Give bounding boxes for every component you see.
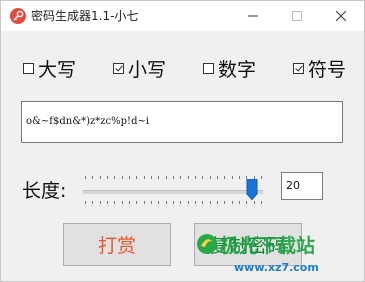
slider-tick-bottom	[254, 201, 255, 204]
minimize-button[interactable]	[231, 1, 275, 31]
slider-tick-bottom	[261, 201, 262, 204]
slider-tick-top	[151, 176, 152, 179]
slider-tick-top	[122, 176, 123, 179]
slider-tick-bottom	[224, 201, 225, 204]
uppercase-checkbox[interactable]	[23, 62, 34, 74]
lowercase-label: 小写	[128, 58, 167, 81]
slider-tick-top	[232, 176, 233, 179]
slider-tick-bottom	[158, 201, 159, 204]
lowercase-option[interactable]: 小写	[113, 57, 167, 81]
close-icon	[336, 11, 346, 21]
digits-checkbox[interactable]	[203, 62, 214, 74]
slider-thumb[interactable]	[246, 179, 258, 200]
slider-tick-top	[144, 176, 145, 179]
donate-button[interactable]: 打赏	[63, 223, 171, 266]
uppercase-label: 大写	[38, 58, 77, 81]
slider-tick-bottom	[195, 201, 196, 204]
slider-tick-bottom	[144, 201, 145, 204]
slider-tick-top	[217, 176, 218, 179]
slider-tick-top	[114, 176, 115, 179]
title-bar: 密码生成器1.1-小七	[1, 1, 364, 31]
uppercase-option[interactable]: 大写	[23, 57, 77, 81]
slider-tick-bottom	[122, 201, 123, 204]
slider-tick-bottom	[210, 201, 211, 204]
slider-tick-top	[85, 176, 86, 179]
slider-tick-bottom	[151, 201, 152, 204]
digits-label: 数字	[218, 58, 257, 81]
symbols-option[interactable]: 符号	[293, 57, 347, 81]
maximize-icon	[292, 11, 302, 21]
slider-tick-top	[107, 176, 108, 179]
slider-tick-bottom	[217, 201, 218, 204]
slider-tick-bottom	[92, 201, 93, 204]
slider-tick-top	[261, 176, 262, 179]
slider-tick-bottom	[85, 201, 86, 204]
app-window: 密码生成器1.1-小七 大写 小写 数字 符号 o&~f$dn&*)z*zc%p…	[0, 0, 365, 282]
slider-tick-top	[129, 176, 130, 179]
slider-tick-bottom	[239, 201, 240, 204]
slider-tick-top	[224, 176, 225, 179]
slider-tick-top	[166, 176, 167, 179]
slider-tick-top	[136, 176, 137, 179]
slider-tick-bottom	[100, 201, 101, 204]
slider-tick-top	[239, 176, 240, 179]
length-input[interactable]: 20	[281, 172, 323, 200]
slider-tick-top	[210, 176, 211, 179]
slider-tick-top	[188, 176, 189, 179]
window-title: 密码生成器1.1-小七	[31, 9, 139, 23]
slider-tick-top	[180, 176, 181, 179]
slider-tick-bottom	[202, 201, 203, 204]
slider-tick-bottom	[232, 201, 233, 204]
copy-password-button[interactable]: 复制密码	[194, 223, 302, 266]
slider-tick-top	[158, 176, 159, 179]
slider-tick-bottom	[188, 201, 189, 204]
slider-tick-bottom	[107, 201, 108, 204]
length-label: 长度:	[22, 180, 67, 202]
slider-tick-bottom	[114, 201, 115, 204]
slider-tick-top	[202, 176, 203, 179]
lowercase-checkbox[interactable]	[113, 62, 124, 74]
key-app-icon	[10, 8, 26, 24]
maximize-button[interactable]	[275, 1, 319, 31]
slider-tick-top	[195, 176, 196, 179]
slider-tick-bottom	[246, 201, 247, 204]
slider-tick-bottom	[166, 201, 167, 204]
slider-track[interactable]	[83, 190, 263, 194]
slider-tick-bottom	[136, 201, 137, 204]
symbols-label: 符号	[308, 58, 347, 81]
digits-option[interactable]: 数字	[203, 57, 257, 81]
password-output-field[interactable]: o&~f$dn&*)z*zc%p!d~i	[21, 101, 343, 143]
slider-tick-top	[173, 176, 174, 179]
symbols-checkbox[interactable]	[293, 62, 304, 74]
slider-tick-top	[100, 176, 101, 179]
minimize-icon	[248, 15, 258, 17]
close-button[interactable]	[319, 1, 363, 31]
slider-tick-bottom	[129, 201, 130, 204]
slider-tick-top	[92, 176, 93, 179]
slider-tick-bottom	[173, 201, 174, 204]
password-output-text: o&~f$dn&*)z*zc%p!d~i	[26, 116, 150, 127]
slider-tick-bottom	[180, 201, 181, 204]
